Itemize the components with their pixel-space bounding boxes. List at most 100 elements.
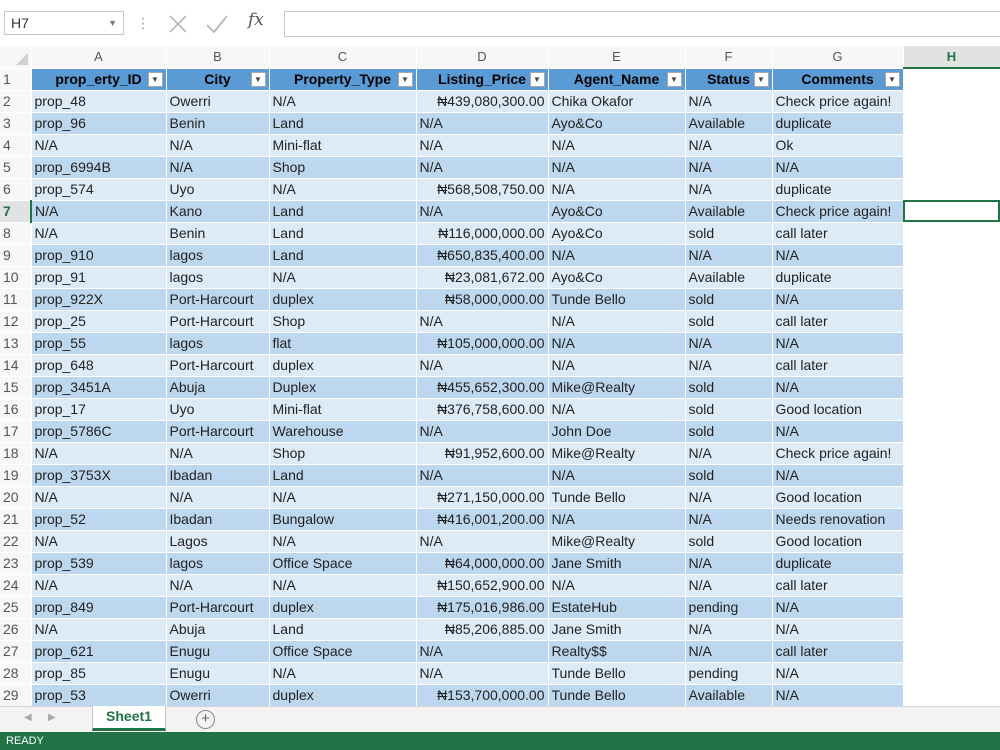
table-cell[interactable]: N/A [548,398,686,421]
column-header-h[interactable]: H [903,46,1000,69]
empty-cell[interactable] [903,134,1000,157]
table-cell[interactable]: N/A [31,200,167,223]
table-cell[interactable]: N/A [269,486,417,509]
table-cell[interactable]: N/A [166,134,270,157]
table-cell[interactable]: prop_574 [31,178,167,201]
row-header[interactable]: 25 [0,596,32,619]
table-cell[interactable]: Owerri [166,684,270,706]
table-cell[interactable]: N/A [416,464,549,487]
insert-function-button[interactable]: fx [248,10,264,30]
table-cell[interactable]: prop_5786C [31,420,167,443]
table-cell[interactable]: call later [772,310,904,333]
table-cell[interactable]: Port-Harcourt [166,310,270,333]
empty-cell[interactable] [903,662,1000,685]
table-cell[interactable]: Tunde Bello [548,486,686,509]
empty-cell[interactable] [903,222,1000,245]
cancel-icon[interactable] [166,8,190,38]
table-cell[interactable]: Land [269,244,417,267]
table-cell[interactable]: N/A [548,354,686,377]
table-cell[interactable]: sold [685,376,773,399]
table-cell[interactable]: duplicate [772,112,904,135]
table-cell[interactable]: N/A [548,508,686,531]
table-cell[interactable]: N/A [416,156,549,179]
table-cell[interactable]: Chika Okafor [548,90,686,113]
table-cell[interactable]: N/A [685,332,773,355]
table-cell[interactable]: ₦153,700,000.00 [416,684,549,706]
table-cell[interactable]: duplicate [772,178,904,201]
table-cell[interactable]: Mini-flat [269,134,417,157]
table-cell[interactable]: Warehouse [269,420,417,443]
table-cell[interactable]: ₦416,001,200.00 [416,508,549,531]
table-cell[interactable]: Port-Harcourt [166,596,270,619]
table-cell[interactable]: N/A [548,464,686,487]
table-cell[interactable]: sold [685,530,773,553]
table-cell[interactable]: N/A [772,332,904,355]
table-cell[interactable]: lagos [166,244,270,267]
table-cell[interactable]: N/A [772,684,904,706]
table-cell[interactable]: Land [269,200,417,223]
table-cell[interactable]: Good location [772,398,904,421]
table-cell[interactable]: N/A [31,574,167,597]
table-cell[interactable]: N/A [685,90,773,113]
table-cell[interactable]: ₦85,206,885.00 [416,618,549,641]
table-cell[interactable]: Tunde Bello [548,684,686,706]
table-cell[interactable]: ₦150,652,900.00 [416,574,549,597]
table-cell[interactable]: Mike@Realty [548,376,686,399]
table-cell[interactable]: N/A [166,442,270,465]
table-header-cell[interactable]: Agent_Name ▼ [548,68,686,91]
table-header-cell[interactable]: Property_Type ▼ [269,68,417,91]
table-cell[interactable]: ₦568,508,750.00 [416,178,549,201]
table-cell[interactable]: N/A [548,134,686,157]
table-cell[interactable]: N/A [685,354,773,377]
table-cell[interactable]: Tunde Bello [548,288,686,311]
table-cell[interactable]: lagos [166,266,270,289]
table-cell[interactable]: Office Space [269,640,417,663]
row-header[interactable]: 15 [0,376,32,399]
table-cell[interactable]: N/A [685,552,773,575]
table-cell[interactable]: N/A [31,618,167,641]
filter-dropdown-icon[interactable]: ▼ [529,71,545,87]
empty-cell[interactable] [903,596,1000,619]
table-cell[interactable]: prop_6994B [31,156,167,179]
column-header-a[interactable]: A [31,46,167,69]
table-cell[interactable]: N/A [166,574,270,597]
table-cell[interactable]: prop_539 [31,552,167,575]
empty-cell[interactable] [903,420,1000,443]
table-cell[interactable]: prop_621 [31,640,167,663]
table-cell[interactable]: flat [269,332,417,355]
table-cell[interactable]: prop_96 [31,112,167,135]
row-header[interactable]: 8 [0,222,32,245]
table-cell[interactable]: Land [269,618,417,641]
table-cell[interactable]: Available [685,684,773,706]
table-cell[interactable]: Port-Harcourt [166,420,270,443]
table-cell[interactable]: Benin [166,112,270,135]
table-cell[interactable]: N/A [416,662,549,685]
table-cell[interactable]: prop_17 [31,398,167,421]
table-cell[interactable]: Benin [166,222,270,245]
scroll-right-icon[interactable]: ▶ [48,712,56,723]
table-cell[interactable]: pending [685,662,773,685]
table-cell[interactable]: N/A [416,640,549,663]
table-cell[interactable]: N/A [31,222,167,245]
table-cell[interactable]: Needs renovation [772,508,904,531]
table-cell[interactable]: N/A [685,640,773,663]
table-cell[interactable]: Tunde Bello [548,662,686,685]
table-cell[interactable]: prop_53 [31,684,167,706]
row-header[interactable]: 14 [0,354,32,377]
table-cell[interactable]: N/A [548,156,686,179]
table-cell[interactable]: ₦91,952,600.00 [416,442,549,465]
table-cell[interactable]: Available [685,266,773,289]
column-header-e[interactable]: E [548,46,686,69]
table-cell[interactable]: lagos [166,332,270,355]
table-cell[interactable]: N/A [772,244,904,267]
table-cell[interactable]: Office Space [269,552,417,575]
table-cell[interactable]: pending [685,596,773,619]
table-cell[interactable]: prop_922X [31,288,167,311]
table-cell[interactable]: sold [685,398,773,421]
table-cell[interactable]: N/A [772,288,904,311]
table-cell[interactable]: Good location [772,530,904,553]
row-header[interactable]: 11 [0,288,32,311]
row-header[interactable]: 19 [0,464,32,487]
table-cell[interactable]: N/A [31,134,167,157]
filter-dropdown-icon[interactable]: ▼ [397,71,413,87]
